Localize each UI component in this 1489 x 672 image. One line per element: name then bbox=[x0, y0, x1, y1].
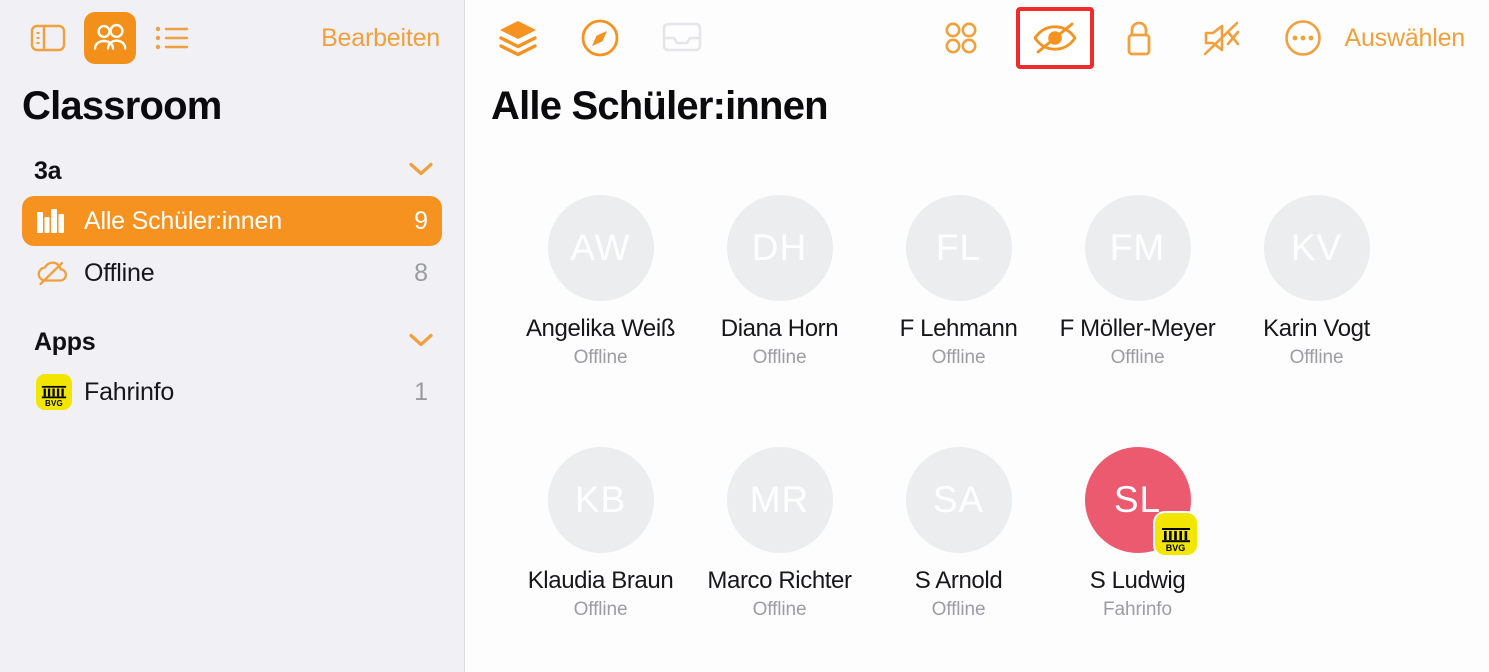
avatar-wrap: DH bbox=[726, 195, 833, 301]
student-status: Offline bbox=[573, 347, 628, 368]
chevron-down-icon[interactable] bbox=[408, 332, 434, 353]
sidebar-toolbar: Bearbeiten bbox=[0, 0, 464, 76]
avatar: KB bbox=[547, 447, 654, 553]
avatar-wrap: FM bbox=[1084, 195, 1191, 301]
student-status: Offline bbox=[931, 599, 986, 620]
student-name: S Arnold bbox=[914, 567, 1003, 594]
sidebar: Bearbeiten Classroom 3a Alle Schüler:inn… bbox=[0, 0, 465, 672]
main-heading: Alle Schüler:innen bbox=[491, 84, 829, 128]
student-card[interactable]: MR Marco Richter Offline bbox=[690, 447, 869, 621]
avatar: KV bbox=[1263, 195, 1370, 301]
bvg-app-icon: BVG bbox=[36, 374, 76, 410]
student-name: Diana Horn bbox=[720, 315, 839, 342]
layers-icon[interactable] bbox=[491, 12, 545, 64]
sidebar-item-count: 9 bbox=[414, 206, 428, 235]
main-content: Auswählen Alle Schüler:innen AW Angelika… bbox=[465, 0, 1489, 672]
student-grid: AW Angelika Weiß Offline DH Diana Horn O… bbox=[465, 129, 1489, 621]
people-icon[interactable] bbox=[84, 12, 136, 64]
main-toolbar: Auswählen bbox=[465, 0, 1489, 76]
avatar-wrap: SL BVG bbox=[1084, 447, 1197, 555]
sidebar-item-count: 1 bbox=[414, 377, 428, 406]
student-status: Offline bbox=[931, 347, 986, 368]
student-card-active[interactable]: SL BVG S Ludwig Fahrinfo bbox=[1048, 447, 1227, 621]
books-icon bbox=[36, 206, 76, 236]
edit-button[interactable]: Bearbeiten bbox=[321, 24, 442, 53]
sidebar-item-fahrinfo[interactable]: BVG Fahrinfo 1 bbox=[22, 367, 442, 417]
list-icon[interactable] bbox=[146, 12, 198, 64]
student-card[interactable]: KV Karin Vogt Offline bbox=[1227, 195, 1406, 369]
student-name: F Möller-Meyer bbox=[1059, 315, 1216, 342]
student-card[interactable]: SA S Arnold Offline bbox=[869, 447, 1048, 621]
lock-icon[interactable] bbox=[1112, 12, 1166, 64]
avatar-wrap: FL bbox=[905, 195, 1012, 301]
student-card[interactable]: DH Diana Horn Offline bbox=[690, 195, 869, 369]
select-button[interactable]: Auswählen bbox=[1344, 24, 1465, 53]
sidebar-item-offline[interactable]: Offline 8 bbox=[22, 248, 442, 298]
chevron-down-icon[interactable] bbox=[408, 161, 434, 182]
avatar-wrap: KV bbox=[1263, 195, 1370, 301]
sidebar-item-all-students[interactable]: Alle Schüler:innen 9 bbox=[22, 196, 442, 246]
student-name: F Lehmann bbox=[899, 315, 1018, 342]
sidebar-group-header-class[interactable]: 3a bbox=[0, 129, 464, 194]
avatar-wrap: SA bbox=[905, 447, 1012, 553]
sidebar-item-label: Offline bbox=[84, 258, 155, 287]
avatar-wrap: AW bbox=[547, 195, 654, 301]
classroom-app-window: Bearbeiten Classroom 3a Alle Schüler:inn… bbox=[0, 0, 1489, 672]
sidebar-group-label: 3a bbox=[34, 157, 62, 185]
student-name: Marco Richter bbox=[707, 567, 852, 594]
inbox-tray-icon[interactable] bbox=[655, 12, 709, 64]
page-title: Classroom bbox=[22, 84, 222, 128]
sidebar-item-label: Fahrinfo bbox=[84, 377, 175, 406]
avatar: FL bbox=[905, 195, 1012, 301]
sidebar-item-label: Alle Schüler:innen bbox=[84, 206, 282, 235]
avatar: SA bbox=[905, 447, 1012, 553]
avatar-wrap: MR bbox=[726, 447, 833, 553]
sidebar-group-header-apps[interactable]: Apps bbox=[0, 300, 464, 365]
bvg-app-icon: BVG bbox=[1154, 513, 1197, 555]
student-status: Fahrinfo bbox=[1103, 599, 1172, 620]
avatar-wrap: KB bbox=[547, 447, 654, 553]
student-status: Offline bbox=[752, 347, 807, 368]
avatar: AW bbox=[547, 195, 654, 301]
student-card[interactable]: KB Klaudia Braun Offline bbox=[511, 447, 690, 621]
student-status: Offline bbox=[752, 599, 807, 620]
student-card[interactable]: FL F Lehmann Offline bbox=[869, 195, 1048, 369]
student-name: Klaudia Braun bbox=[527, 567, 674, 594]
compass-icon[interactable] bbox=[573, 12, 627, 64]
sidebar-toggle-icon[interactable] bbox=[22, 12, 74, 64]
avatar: FM bbox=[1084, 195, 1191, 301]
student-card[interactable]: AW Angelika Weiß Offline bbox=[511, 195, 690, 369]
student-name: S Ludwig bbox=[1089, 567, 1186, 594]
ellipsis-circle-icon[interactable] bbox=[1276, 12, 1330, 64]
avatar: MR bbox=[726, 447, 833, 553]
sidebar-item-count: 8 bbox=[414, 258, 428, 287]
student-status: Offline bbox=[1110, 347, 1165, 368]
student-card[interactable]: FM F Möller-Meyer Offline bbox=[1048, 195, 1227, 369]
eye-slash-icon[interactable] bbox=[1016, 7, 1095, 69]
sidebar-group-label: Apps bbox=[34, 328, 96, 356]
student-name: Karin Vogt bbox=[1263, 315, 1370, 342]
avatar: DH bbox=[726, 195, 833, 301]
cloud-slash-icon bbox=[36, 259, 76, 287]
speaker-mute-icon[interactable] bbox=[1194, 12, 1248, 64]
student-status: Offline bbox=[1289, 347, 1344, 368]
grid-four-circles-icon[interactable] bbox=[934, 12, 988, 64]
student-name: Angelika Weiß bbox=[525, 315, 676, 342]
student-status: Offline bbox=[573, 599, 628, 620]
